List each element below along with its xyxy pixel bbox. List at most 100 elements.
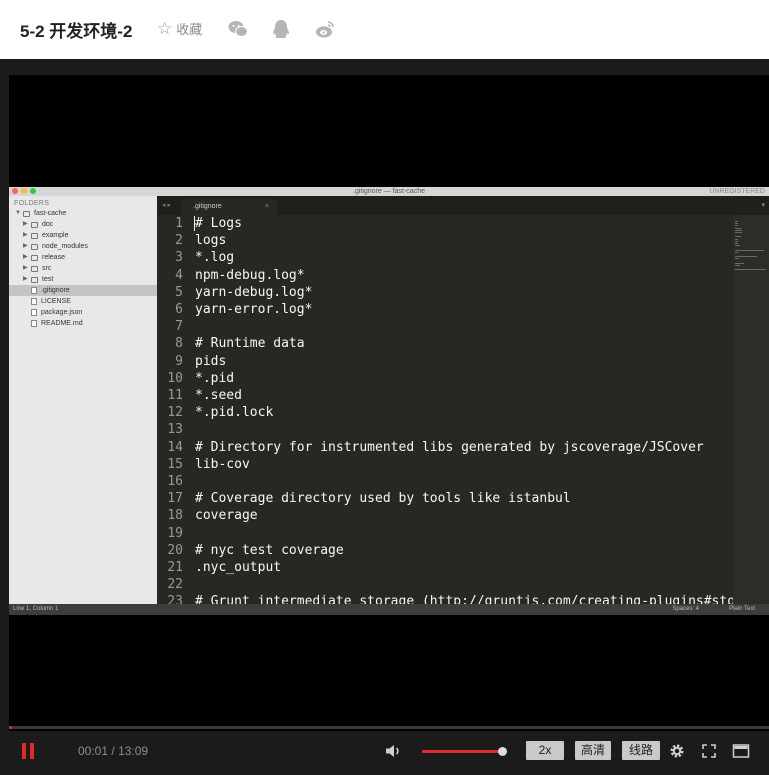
minimap-line — [735, 256, 757, 258]
favorite-button[interactable]: ☆ 收藏 — [157, 19, 202, 38]
tree-item[interactable]: ▶ node_modules — [9, 241, 157, 252]
wechat-icon[interactable] — [227, 18, 249, 40]
minimap-line — [735, 269, 767, 271]
picture-in-picture-icon[interactable] — [732, 742, 750, 760]
line-number: 11 — [167, 388, 183, 403]
code-line: 21 .nyc_output — [157, 559, 733, 576]
video-player[interactable]: .gitignore — fast-cache UNREGISTERED FOL… — [0, 59, 769, 775]
line-text: # Logs — [195, 216, 242, 231]
tree-item[interactable]: package.json — [9, 307, 157, 318]
weibo-icon[interactable] — [314, 18, 336, 40]
line-text: lib-cov — [195, 456, 250, 472]
code-line: 6 yarn-error.log* — [157, 301, 733, 318]
sidebar-heading: FOLDERS — [14, 200, 50, 207]
time-separator: / — [111, 744, 115, 758]
line-text: yarn-debug.log* — [195, 284, 313, 300]
minimap-line — [735, 258, 739, 260]
line-number: 23 — [167, 594, 183, 604]
folder-icon — [31, 232, 38, 239]
line-text: *.pid — [195, 370, 235, 386]
line-text: *.pid.lock — [195, 405, 274, 421]
speed-button[interactable]: 2x — [526, 741, 564, 760]
code-line: 13 — [157, 421, 733, 438]
pause-icon-bar — [30, 743, 34, 759]
line-number: 9 — [175, 353, 183, 369]
code-line: 8 # Runtime data — [157, 335, 733, 352]
quality-button[interactable]: 高清 — [575, 741, 611, 760]
code-line: 20 # nyc test coverage — [157, 542, 733, 559]
duration: 13:09 — [118, 744, 149, 758]
tree-item[interactable]: LICENSE — [9, 296, 157, 307]
tree-item-label: node_modules — [42, 243, 88, 250]
disclosure-arrow-icon: ▶ — [23, 276, 28, 282]
qq-icon[interactable] — [270, 18, 292, 40]
tree-item[interactable]: ▶ example — [9, 230, 157, 241]
line-number: 5 — [175, 284, 183, 300]
tree-item-label: src — [42, 265, 52, 272]
tree-item[interactable]: .gitignore — [9, 285, 157, 296]
code-line: 17 # Coverage directory used by tools lik… — [157, 490, 733, 507]
page-header: 5-2 开发环境-2 ☆ 收藏 — [0, 0, 769, 59]
line-number: 10 — [167, 370, 183, 386]
tree-item[interactable]: ▶ test — [9, 274, 157, 285]
line-text: .nyc_output — [195, 560, 282, 575]
text-caret — [194, 216, 195, 231]
tree-item-label: .gitignore — [41, 287, 70, 294]
tree-item[interactable]: README.md — [9, 318, 157, 329]
minimap-line — [735, 232, 742, 233]
route-button[interactable]: 线路 — [622, 741, 660, 760]
star-icon: ☆ — [157, 19, 173, 38]
favorite-label: 收藏 — [176, 22, 203, 37]
line-number: 4 — [175, 267, 183, 283]
sublime-editor-window: .gitignore — fast-cache UNREGISTERED FOL… — [9, 187, 769, 615]
minimap-line — [735, 229, 742, 231]
minimap-line — [735, 245, 740, 247]
minimap-line — [735, 240, 738, 242]
settings-gear-icon[interactable] — [668, 742, 686, 760]
code-line: 7 — [157, 318, 733, 335]
line-number: 3 — [175, 250, 183, 266]
line-number: 16 — [167, 474, 183, 489]
code-line: 18 coverage — [157, 507, 733, 524]
minimap — [733, 215, 769, 604]
tree-item[interactable]: ▶ release — [9, 252, 157, 263]
line-text: *.log — [195, 250, 235, 266]
line-number: 8 — [175, 336, 183, 352]
code-line: 14 # Directory for instrumented libs gene… — [157, 439, 733, 456]
file-icon — [31, 320, 37, 327]
pause-button[interactable] — [22, 743, 36, 759]
volume-icon[interactable] — [384, 742, 402, 760]
line-number: 19 — [167, 525, 183, 541]
line-number: 12 — [167, 405, 183, 421]
minimap-line — [735, 243, 738, 244]
pause-icon — [22, 743, 26, 759]
minimap-line — [735, 249, 765, 251]
volume-slider[interactable] — [422, 747, 507, 756]
file-icon — [31, 298, 37, 305]
file-icon — [31, 309, 37, 316]
video-frame[interactable]: .gitignore — fast-cache UNREGISTERED FOL… — [9, 75, 769, 731]
tab-close-icon: × — [264, 203, 269, 210]
line-number: 1 — [175, 216, 183, 231]
line-number: 22 — [167, 577, 183, 593]
line-number: 6 — [175, 302, 183, 317]
code-editor: 1 # Logs 2 logs 3 *.log 4 npm-debug.log* 5 yarn-d… — [157, 215, 733, 604]
syntax-setting: Plain Text — [729, 606, 755, 612]
progress-bar[interactable] — [9, 726, 769, 729]
tree-item[interactable]: ▶ doc — [9, 219, 157, 230]
line-text: coverage — [195, 508, 258, 524]
disclosure-arrow-icon: ▶ — [23, 221, 28, 227]
line-number: 7 — [175, 319, 183, 335]
code-line: 10 *.pid — [157, 370, 733, 387]
code-line: 1 # Logs — [157, 215, 733, 232]
tree-item-label: test — [42, 276, 54, 283]
fullscreen-icon[interactable] — [700, 742, 718, 760]
editor-window-title: .gitignore — fast-cache — [353, 188, 425, 195]
line-number: 15 — [167, 456, 183, 472]
disclosure-arrow-icon: ▶ — [23, 232, 28, 238]
time-display: 00:01 / 13:09 — [78, 744, 148, 758]
volume-knob[interactable] — [498, 747, 507, 756]
indent-setting: Spaces: 4 — [672, 606, 699, 612]
tree-item[interactable]: ▶ src — [9, 263, 157, 274]
tree-item[interactable]: ▼ fast-cache — [9, 208, 157, 219]
